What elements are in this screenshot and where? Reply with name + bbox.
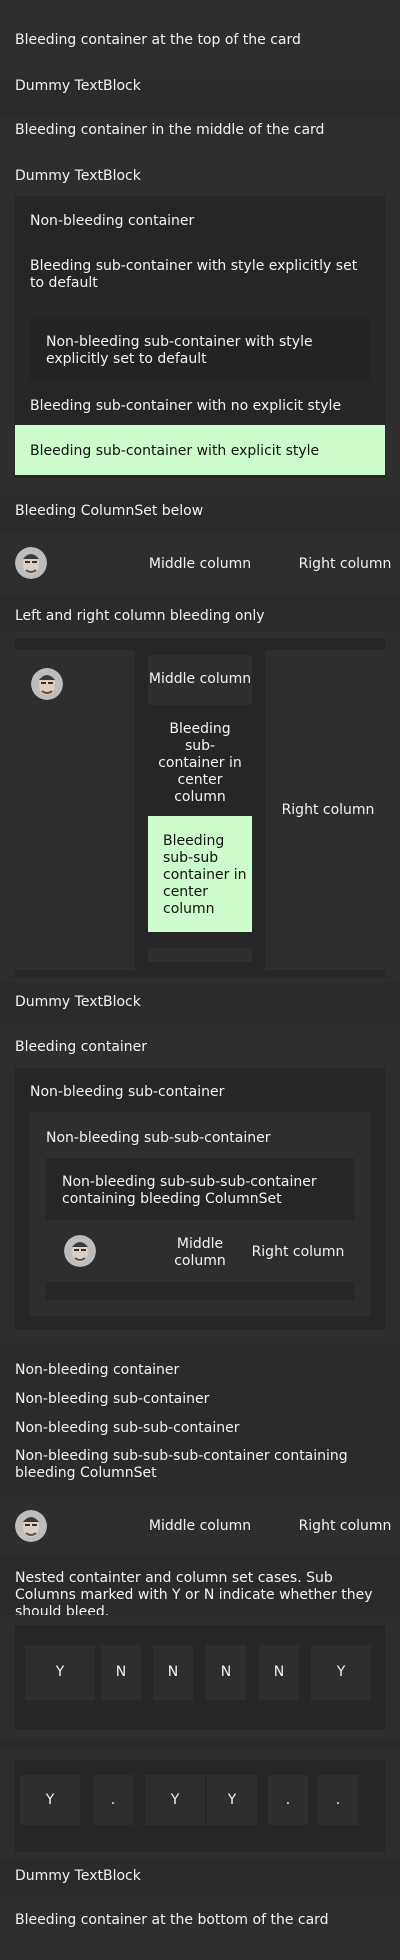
text-bleeding-bottom: Bleeding container at the bottom of the … xyxy=(15,1912,329,1928)
text-bleeding-top: Bleeding container at the top of the car… xyxy=(15,32,301,48)
bleed-cell: . xyxy=(93,1775,133,1825)
bleed-cell: N xyxy=(153,1645,193,1700)
text-nested-cases: Nested containter and column set cases. … xyxy=(15,1570,373,1620)
text-dummy-4: Dummy TextBlock xyxy=(15,1868,141,1884)
bleed-cell: Y xyxy=(311,1645,371,1700)
middle-column-label: Middle column xyxy=(148,1518,252,1534)
text-dummy-1: Dummy TextBlock xyxy=(15,78,141,94)
text-dummy-2: Dummy TextBlock xyxy=(15,168,141,184)
text-bleeding-container: Bleeding container xyxy=(15,1039,148,1055)
avatar-icon xyxy=(64,1235,96,1267)
middle-column-label: Middle column xyxy=(148,556,252,572)
text-bleeding-sub-explicit: Bleeding sub-container with explicit sty… xyxy=(30,443,320,459)
text-non-bleeding-container: Non-bleeding container xyxy=(30,213,195,229)
text-bleeding-sub-no-style: Bleeding sub-container with no explicit … xyxy=(30,398,342,414)
right-column-label: Right column xyxy=(298,556,392,572)
text-bleeding-columnset-below: Bleeding ColumnSet below xyxy=(15,503,204,519)
right-column-label: Right column xyxy=(281,802,375,818)
text-non-bleeding-sub-sub: Non-bleeding sub-sub-container xyxy=(15,1420,240,1436)
bleed-cell: Y xyxy=(207,1775,257,1825)
right-column-label: Right column xyxy=(251,1244,345,1260)
nested-columnset-footer xyxy=(46,1284,354,1300)
text-bleeding-sub-default: Bleeding sub-container with style explic… xyxy=(30,258,358,291)
text-non-bleeding-sub-sub-sub: Non-bleeding sub-sub-sub-container conta… xyxy=(62,1174,317,1207)
text-non-bleeding-sub: Non-bleeding sub-container xyxy=(15,1391,210,1407)
avatar-icon xyxy=(31,668,63,700)
middle-column-label: Middle column xyxy=(148,671,252,687)
bleed-cell: N xyxy=(259,1645,299,1700)
avatar-icon xyxy=(15,547,47,579)
left-column xyxy=(15,650,135,970)
avatar-icon xyxy=(15,1510,47,1542)
text-non-bleeding-sub-sub: Non-bleeding sub-sub-container xyxy=(46,1130,271,1146)
text-non-bleeding-sub: Non-bleeding sub-container xyxy=(30,1084,225,1100)
bleed-cell: N xyxy=(101,1645,141,1700)
text-bleeding-sub-center: Bleeding sub-container in center column xyxy=(158,721,242,805)
text-left-right-bleeding: Left and right column bleeding only xyxy=(15,608,265,624)
middle-column-label: Middle column xyxy=(174,1236,226,1269)
text-non-bleeding-sub-sub-sub: Non-bleeding sub-sub-sub-container conta… xyxy=(15,1448,348,1481)
right-column-label: Right column xyxy=(298,1518,392,1534)
text-non-bleeding-container: Non-bleeding container xyxy=(15,1362,180,1378)
text-bleeding-middle: Bleeding container in the middle of the … xyxy=(15,122,325,138)
center-column-bottom xyxy=(148,948,252,962)
bleed-cell: Y xyxy=(145,1775,205,1825)
bleed-cell: . xyxy=(268,1775,308,1825)
bleed-cell: N xyxy=(206,1645,246,1700)
text-non-bleeding-sub-default: Non-bleeding sub-container with style ex… xyxy=(46,334,313,367)
bleed-cell: . xyxy=(318,1775,358,1825)
bleed-cell: Y xyxy=(25,1645,95,1700)
bleed-cell: Y xyxy=(20,1775,80,1825)
text-bleeding-sub-sub-center: Bleeding sub-sub container in center col… xyxy=(163,833,247,917)
text-dummy-3: Dummy TextBlock xyxy=(15,994,141,1010)
